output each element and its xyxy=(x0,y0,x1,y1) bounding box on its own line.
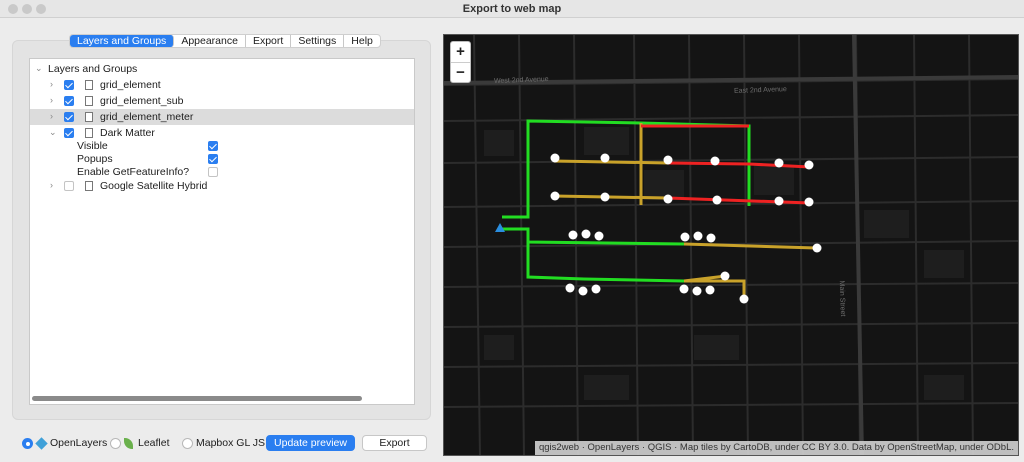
layer-file-icon xyxy=(85,96,93,106)
layer-label: grid_element_sub xyxy=(100,95,184,107)
chevron-down-icon[interactable]: ⌄ xyxy=(49,127,57,138)
tab-appearance[interactable]: Appearance xyxy=(174,35,246,47)
mapbox-label[interactable]: Mapbox GL JS xyxy=(196,437,265,449)
layer-file-icon xyxy=(85,181,93,191)
layer-row-grid-element[interactable]: › grid_element xyxy=(30,77,414,93)
layer-row-grid-element-meter[interactable]: › grid_element_meter xyxy=(30,109,414,125)
street-label: Main Street xyxy=(837,280,847,317)
layer-label: grid_element_meter xyxy=(100,111,194,123)
network-line xyxy=(553,194,669,200)
horizontal-scrollbar[interactable] xyxy=(32,396,412,402)
layer-checkbox[interactable] xyxy=(64,128,74,138)
layer-row-grid-element-sub[interactable]: › grid_element_sub xyxy=(30,93,414,109)
layer-file-icon xyxy=(85,112,93,122)
tree-root-label: Layers and Groups xyxy=(48,63,138,75)
layer-checkbox[interactable] xyxy=(64,181,74,191)
getfeatureinfo-checkbox[interactable] xyxy=(208,167,218,177)
layers-tree: ⌄ Layers and Groups › grid_element › gri… xyxy=(29,58,415,405)
zoom-out-button[interactable]: − xyxy=(451,62,470,82)
export-button[interactable]: Export xyxy=(362,435,427,451)
layer-file-icon xyxy=(85,80,93,90)
layer-checkbox[interactable] xyxy=(64,112,74,122)
leaflet-icon xyxy=(124,438,133,449)
network-line xyxy=(553,159,669,165)
window-title: Export to web map xyxy=(462,3,562,15)
tab-layers-and-groups[interactable]: Layers and Groups xyxy=(70,35,175,47)
option-label: Enable GetFeatureInfo? xyxy=(77,166,190,178)
chevron-down-icon[interactable]: ⌄ xyxy=(35,63,43,74)
tab-help[interactable]: Help xyxy=(344,35,380,47)
network-line xyxy=(683,242,817,250)
tab-settings[interactable]: Settings xyxy=(291,35,345,47)
map-canvas[interactable] xyxy=(444,35,1019,456)
layer-label: Google Satellite Hybrid xyxy=(100,180,208,192)
zoom-control: + − xyxy=(450,41,471,83)
network-line xyxy=(667,196,811,205)
zoom-in-button[interactable]: + xyxy=(451,42,470,62)
popups-checkbox[interactable] xyxy=(208,154,218,164)
visible-checkbox[interactable] xyxy=(208,141,218,151)
openlayers-icon xyxy=(35,437,48,450)
layer-file-icon xyxy=(85,128,93,138)
network-line xyxy=(502,227,685,246)
layer-checkbox[interactable] xyxy=(64,96,74,106)
chevron-right-icon[interactable]: › xyxy=(50,111,53,121)
network-lines xyxy=(502,119,817,299)
leaflet-label[interactable]: Leaflet xyxy=(138,437,170,449)
update-preview-button[interactable]: Update preview xyxy=(266,435,355,451)
chevron-right-icon[interactable]: › xyxy=(50,180,53,190)
tab-bar: Layers and Groups Appearance Export Sett… xyxy=(69,34,381,48)
chevron-right-icon[interactable]: › xyxy=(50,79,53,89)
openlayers-radio[interactable] xyxy=(22,438,33,449)
building-blocks xyxy=(484,127,964,400)
layer-row-google-satellite-hybrid[interactable]: › Google Satellite Hybrid xyxy=(30,178,414,194)
chevron-right-icon[interactable]: › xyxy=(50,95,53,105)
layer-label: grid_element xyxy=(100,79,161,91)
tree-root-row[interactable]: ⌄ Layers and Groups xyxy=(30,61,414,77)
network-line xyxy=(526,242,685,283)
layer-checkbox[interactable] xyxy=(64,80,74,90)
openlayers-label[interactable]: OpenLayers xyxy=(50,437,107,449)
map-preview[interactable]: West 2nd Avenue East 2nd Avenue Main Str… xyxy=(443,34,1019,456)
map-attribution[interactable]: qgis2web · OpenLayers · QGIS · Map tiles… xyxy=(534,441,1018,455)
mapbox-radio[interactable] xyxy=(182,438,193,449)
scrollbar-thumb[interactable] xyxy=(32,396,362,401)
title-bar: Export to web map xyxy=(0,0,1024,18)
tab-export[interactable]: Export xyxy=(246,35,292,47)
leaflet-radio[interactable] xyxy=(110,438,121,449)
